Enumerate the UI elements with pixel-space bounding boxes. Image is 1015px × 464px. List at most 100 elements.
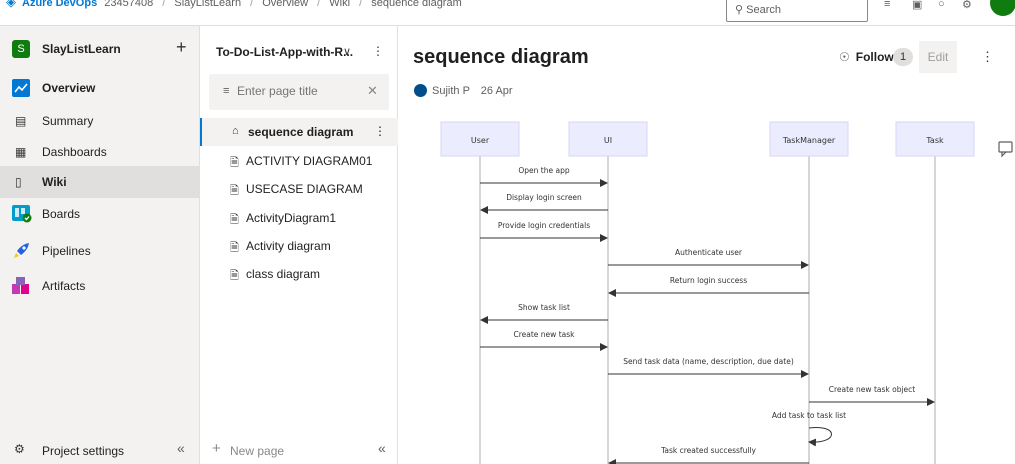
gear-icon: ⚙ (14, 442, 25, 456)
summary-icon: ▤ (15, 114, 27, 128)
participant-label: Task (925, 136, 944, 145)
wiki-page-item[interactable]: ⌂ sequence diagram ⋮ (200, 118, 398, 146)
breadcrumb-separator: / (162, 0, 166, 9)
search-placeholder: Search (746, 4, 781, 16)
collapse-nav-icon[interactable]: « (177, 440, 185, 456)
breadcrumb: Azure DevOps 23457408 / SlayListLearn / … (22, 0, 462, 9)
sequence-diagram: User UI TaskManager Task Open the app Display… (440, 121, 975, 464)
breadcrumb-separator: / (359, 0, 363, 9)
user-avatar[interactable] (990, 0, 1015, 16)
new-page-button[interactable]: + New page « (200, 436, 398, 464)
search-input[interactable]: ⚲ Search (726, 0, 868, 22)
wiki-content: sequence diagram ☉ Follow 1 Edit ⋮ Sujith… (399, 26, 1015, 464)
project-settings-label: Project settings (42, 444, 125, 458)
breadcrumb-overview[interactable]: Overview (262, 0, 308, 9)
message-label: Display login screen (506, 193, 582, 202)
project-header[interactable]: S SlayListLearn + (0, 35, 200, 65)
collapse-pane-icon[interactable]: « (378, 440, 386, 456)
page-icon: 🗎 (230, 270, 239, 282)
wiki-page-label: ActivityDiagram1 (246, 211, 337, 225)
nav-item-overview[interactable]: Overview (0, 72, 200, 104)
project-navigation: S SlayListLearn + Overview ▤ Summary ▦ D… (0, 26, 200, 464)
nav-item-wiki[interactable]: ▯ Wiki (0, 166, 200, 198)
chevron-down-icon[interactable]: ∨ (343, 45, 351, 58)
dashboards-icon: ▦ (15, 145, 27, 159)
project-badge: S (12, 40, 30, 58)
nav-item-pipelines[interactable]: Pipelines (0, 235, 200, 267)
user-settings-icon[interactable]: ⚙ (962, 0, 972, 11)
list-icon[interactable]: ≡ (884, 0, 890, 10)
wiki-pages-pane: To-Do-List-App-with-R... ∨ ⋮ ≡ ✕ ⌂ seque… (200, 26, 398, 464)
filter-icon: ≡ (223, 85, 230, 97)
add-icon[interactable]: + (176, 37, 187, 58)
top-bar: ◈ Azure DevOps 23457408 / SlayListLearn … (0, 0, 1015, 26)
boards-icon (12, 205, 32, 223)
page-icon: 🗎 (230, 242, 239, 254)
breadcrumb-org[interactable]: Azure DevOps (22, 0, 97, 9)
nav-item-boards[interactable]: Boards (0, 198, 200, 230)
breadcrumb-separator: / (250, 0, 254, 9)
message-label: Create new task (514, 330, 576, 339)
message-label: Provide login credentials (498, 221, 590, 230)
plus-icon: + (212, 440, 221, 457)
message-label: Open the app (518, 166, 569, 175)
wiki-page-item[interactable]: 🗎 Activity diagram (200, 232, 398, 260)
clear-filter-icon[interactable]: ✕ (367, 83, 378, 99)
wiki-page-label: USECASE DIAGRAM (246, 182, 363, 196)
page-icon: 🗎 (230, 214, 239, 226)
wiki-icon: ▯ (15, 175, 22, 189)
participant-label: User (471, 136, 490, 145)
wiki-page-item[interactable]: 🗎 class diagram (200, 260, 398, 288)
wiki-page-label: class diagram (246, 267, 321, 281)
wiki-page-label: sequence diagram (248, 125, 354, 139)
more-options-icon[interactable]: ⋮ (372, 44, 384, 58)
page-filter: ≡ ✕ (209, 74, 389, 110)
nav-label: Artifacts (42, 279, 86, 293)
breadcrumb-org-id[interactable]: 23457408 (104, 0, 153, 9)
wiki-repo-selector[interactable]: To-Do-List-App-with-R... (216, 45, 353, 59)
wiki-page-item[interactable]: 🗎 ACTIVITY DIAGRAM01 (200, 147, 398, 175)
nav-item-dashboards[interactable]: ▦ Dashboards (0, 136, 200, 168)
nav-label: Boards (42, 207, 81, 221)
nav-label: Wiki (42, 175, 67, 189)
participant-label: UI (604, 136, 612, 145)
nav-item-artifacts[interactable]: Artifacts (0, 270, 200, 302)
azure-devops-logo-icon[interactable]: ◈ (6, 0, 20, 9)
page-title-filter-input[interactable] (237, 84, 357, 98)
page-more-icon[interactable]: ⋮ (374, 124, 386, 138)
wiki-page-item[interactable]: 🗎 USECASE DIAGRAM (200, 175, 398, 203)
artifacts-icon (12, 277, 30, 295)
participant-label: TaskManager (782, 136, 836, 145)
breadcrumb-project[interactable]: SlayListLearn (174, 0, 241, 9)
message-label: Return login success (670, 276, 747, 285)
wiki-page-item[interactable]: 🗎 ActivityDiagram1 (200, 204, 398, 232)
search-icon: ⚲ (735, 4, 744, 16)
pipelines-icon (12, 242, 30, 260)
message-label: Task created successfully (660, 446, 756, 455)
page-icon: 🗎 (230, 185, 239, 197)
message-label: Authenticate user (675, 248, 743, 257)
nav-label: Dashboards (42, 145, 107, 159)
home-icon: ⌂ (232, 125, 239, 137)
self-message-arrow (808, 426, 832, 447)
bag-icon[interactable]: ▣ (912, 0, 922, 11)
wiki-page-label: Activity diagram (246, 239, 331, 253)
nav-label: Pipelines (42, 244, 91, 258)
project-name: SlayListLearn (42, 42, 121, 56)
message-label: Show task list (518, 303, 570, 312)
breadcrumb-page[interactable]: sequence diagram (371, 0, 462, 9)
message-label: Send task data (name, description, due d… (623, 357, 794, 366)
nav-label: Summary (42, 114, 94, 128)
project-settings-button[interactable]: ⚙ Project settings « (0, 436, 200, 464)
help-icon[interactable]: ○ (938, 0, 945, 10)
wiki-page-label: ACTIVITY DIAGRAM01 (246, 154, 373, 168)
feedback-icon[interactable] (996, 138, 1015, 160)
breadcrumb-wiki[interactable]: Wiki (329, 0, 350, 9)
page-icon: 🗎 (230, 157, 239, 169)
nav-item-summary[interactable]: ▤ Summary (0, 105, 200, 137)
breadcrumb-separator: / (317, 0, 321, 9)
nav-label: Overview (42, 81, 96, 95)
message-label: Add task to task list (772, 411, 846, 420)
new-page-label: New page (230, 444, 285, 458)
message-label: Create new task object (829, 385, 916, 394)
